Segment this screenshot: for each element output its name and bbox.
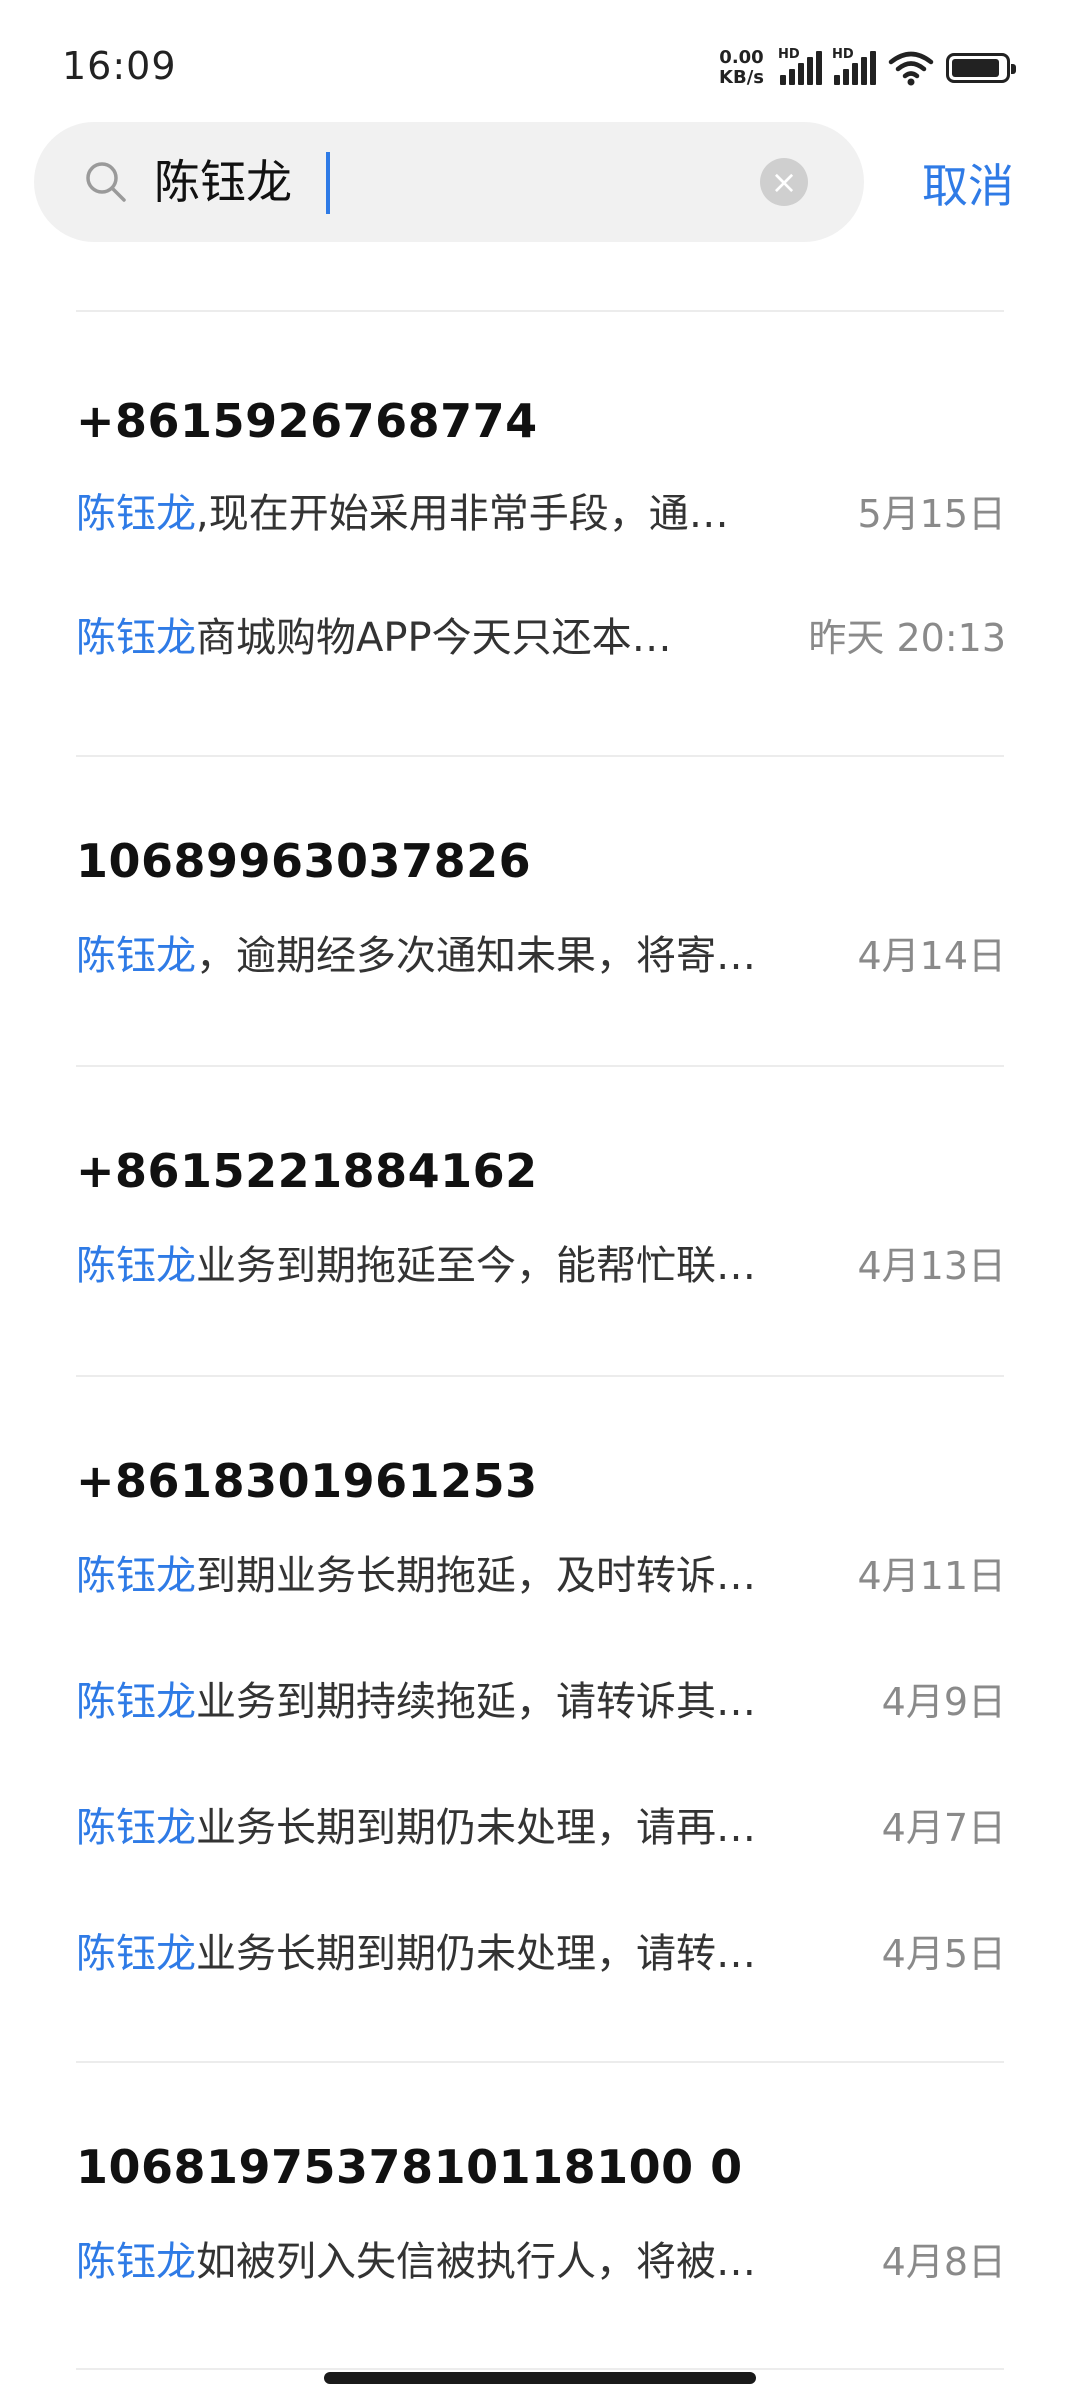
message-date: 4月13日 [857,1244,1006,1288]
message-date: 4月14日 [857,934,1006,978]
highlight-term: 陈钰龙 [76,1553,196,1599]
message-date: 4月11日 [857,1554,1006,1598]
message-result[interactable]: 陈钰龙商城购物APP今天只还本… 昨天 20:13 [76,608,1006,668]
clear-search-button[interactable]: × [760,158,808,206]
message-snippet: 陈钰龙业务长期到期仍未处理，请再… [76,1798,756,1858]
battery-icon [946,53,1016,83]
signal-2-icon: HD [832,47,876,85]
message-snippet: 陈钰龙业务到期拖延至今，能帮忙联… [76,1236,756,1296]
message-snippet: 陈钰龙,现在开始采用非常手段，通… [76,484,729,544]
message-date: 4月8日 [881,2240,1006,2284]
cancel-button[interactable]: 取消 [922,150,1014,216]
search-icon [86,162,126,202]
search-input[interactable] [154,144,774,220]
divider [76,1065,1004,1067]
message-date: 4月7日 [881,1806,1006,1850]
highlight-term: 陈钰龙 [76,2239,196,2285]
message-result[interactable]: 陈钰龙到期业务长期拖延，及时转诉… 4月11日 [76,1546,1006,1606]
message-snippet: 陈钰龙，逾期经多次通知未果，将寄… [76,926,756,986]
sender-name[interactable]: +8615926768774 [76,394,538,448]
message-date: 4月9日 [881,1680,1006,1724]
highlight-term: 陈钰龙 [76,1805,196,1851]
highlight-term: 陈钰龙 [76,933,196,979]
snippet-text: 业务到期拖延至今，能帮忙联… [196,1243,756,1289]
message-snippet: 陈钰龙到期业务长期拖延，及时转诉… [76,1546,756,1606]
network-speed-value: 0.00 [719,47,764,68]
search-box[interactable]: × [34,122,864,242]
message-result[interactable]: 陈钰龙，逾期经多次通知未果，将寄… 4月14日 [76,926,1006,986]
signal-1-icon: HD [778,47,822,85]
highlight-term: 陈钰龙 [76,1679,196,1725]
highlight-term: 陈钰龙 [76,615,196,661]
status-icons: 0.00 KB/s HD HD [719,46,1016,90]
sender-name[interactable]: 10689963037826 [76,834,531,888]
highlight-term: 陈钰龙 [76,1931,196,1977]
status-bar: 16:09 0.00 KB/s HD HD [0,0,1080,120]
snippet-text: 如被列入失信被执行人，将被… [196,2239,756,2285]
message-result[interactable]: 陈钰龙业务长期到期仍未处理，请转… 4月5日 [76,1924,1006,1984]
message-snippet: 陈钰龙业务到期持续拖延，请转诉其… [76,1672,756,1732]
snippet-text: ,现在开始采用非常手段，通… [196,491,729,537]
text-caret [326,152,330,214]
message-date: 4月5日 [881,1932,1006,1976]
sender-name[interactable]: +8618301961253 [76,1454,538,1508]
sender-name[interactable]: +8615221884162 [76,1144,538,1198]
wifi-icon [888,51,934,86]
snippet-text: ，逾期经多次通知未果，将寄… [196,933,756,979]
status-time: 16:09 [62,44,177,88]
divider [76,2368,1004,2370]
network-speed: 0.00 KB/s [719,48,764,88]
highlight-term: 陈钰龙 [76,491,196,537]
snippet-text: 业务长期到期仍未处理，请转… [196,1931,756,1977]
sender-name[interactable]: 1068197537810118100 0 [76,2140,743,2194]
divider [76,2061,1004,2063]
message-snippet: 陈钰龙如被列入失信被执行人，将被… [76,2232,756,2292]
message-result[interactable]: 陈钰龙如被列入失信被执行人，将被… 4月8日 [76,2232,1006,2292]
snippet-text: 商城购物APP今天只还本… [196,615,672,661]
home-indicator[interactable] [324,2372,756,2384]
divider [76,755,1004,757]
message-snippet: 陈钰龙商城购物APP今天只还本… [76,608,672,668]
message-result[interactable]: 陈钰龙业务到期持续拖延，请转诉其… 4月9日 [76,1672,1006,1732]
divider [76,1375,1004,1377]
hd-label-2: HD [832,47,854,62]
highlight-term: 陈钰龙 [76,1243,196,1289]
divider [76,310,1004,312]
message-result[interactable]: 陈钰龙业务到期拖延至今，能帮忙联… 4月13日 [76,1236,1006,1296]
network-speed-unit: KB/s [719,67,764,88]
snippet-text: 到期业务长期拖延，及时转诉… [196,1553,756,1599]
message-snippet: 陈钰龙业务长期到期仍未处理，请转… [76,1924,756,1984]
message-date: 昨天 20:13 [808,616,1006,660]
message-result[interactable]: 陈钰龙业务长期到期仍未处理，请再… 4月7日 [76,1798,1006,1858]
message-result[interactable]: 陈钰龙,现在开始采用非常手段，通… 5月15日 [76,484,1006,544]
message-date: 5月15日 [857,492,1006,536]
hd-label-1: HD [778,47,800,62]
snippet-text: 业务到期持续拖延，请转诉其… [196,1679,756,1725]
snippet-text: 业务长期到期仍未处理，请再… [196,1805,756,1851]
